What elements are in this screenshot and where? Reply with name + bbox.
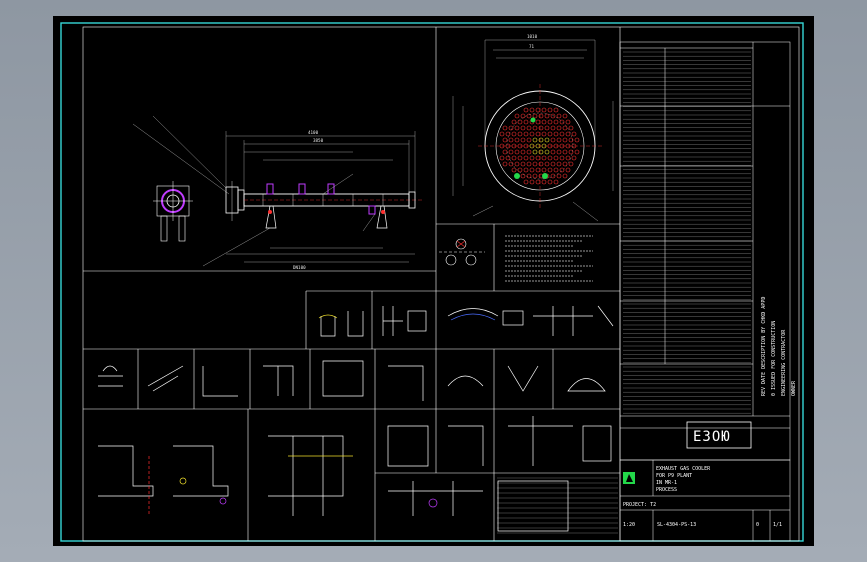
svg-text:REV DATE DESCRIPTION BY CH: REV DATE DESCRIPTION BY CHKD APPD xyxy=(761,297,767,396)
title-line-4: PROCESS xyxy=(656,487,677,493)
revision-column: REV DATE DESCRIPTION BY CHKD APPD 0 ISSU… xyxy=(761,297,797,396)
nozzle-icon xyxy=(266,183,376,215)
exchanger-elevation: 4100 3850 DN100 xyxy=(132,115,423,270)
title-line-1: EXHAUST GAS COOLER xyxy=(656,466,711,472)
detail-sketches xyxy=(98,305,614,532)
tube-count-label: 71 xyxy=(529,44,535,49)
notes-text xyxy=(505,235,593,282)
title-line-2: FOR P9 PLANT xyxy=(656,473,692,479)
section-grid xyxy=(83,27,621,541)
svg-text:0 ISSUED FOR CONSTRUCTION: 0 ISSUED FOR CONSTRUCTION xyxy=(771,321,777,396)
bom-table-rows xyxy=(497,477,618,534)
sheet-value: 1/1 xyxy=(773,522,782,528)
outer-frame xyxy=(60,22,804,542)
rev-value: 0 xyxy=(756,522,759,528)
nozzle-orientation xyxy=(439,238,485,266)
overall-length-label: 4100 xyxy=(308,130,319,135)
doc-number: SL-4304-PS-13 xyxy=(657,522,696,528)
scale-value: 1:20 xyxy=(623,522,635,528)
svg-text:OWNER: OWNER xyxy=(791,380,797,396)
svg-text:ENGINEERING CONTRACTOR: ENGINEERING CONTRACTOR xyxy=(781,329,787,396)
stamp-text: ЕЗОЮ xyxy=(693,429,731,445)
tubesheet-od-label: 1010 xyxy=(527,34,538,39)
project-label: PROJECT: T2 xyxy=(623,502,656,508)
drawing-sheet: ЕЗОЮ REV DATE DESCRIPTION BY CHKD APPD 0… xyxy=(53,16,814,546)
title-line-3: IN MR-1 xyxy=(656,480,677,486)
cad-drawing: ЕЗОЮ REV DATE DESCRIPTION BY CHKD APPD 0… xyxy=(60,22,804,542)
company-logo-icon xyxy=(623,472,635,484)
tubesheet-layout: 1010 71 xyxy=(452,34,614,222)
nozzle-size-label: DN100 xyxy=(293,265,306,270)
inner-frame xyxy=(82,26,800,542)
bundle-length-label: 3850 xyxy=(313,138,324,143)
